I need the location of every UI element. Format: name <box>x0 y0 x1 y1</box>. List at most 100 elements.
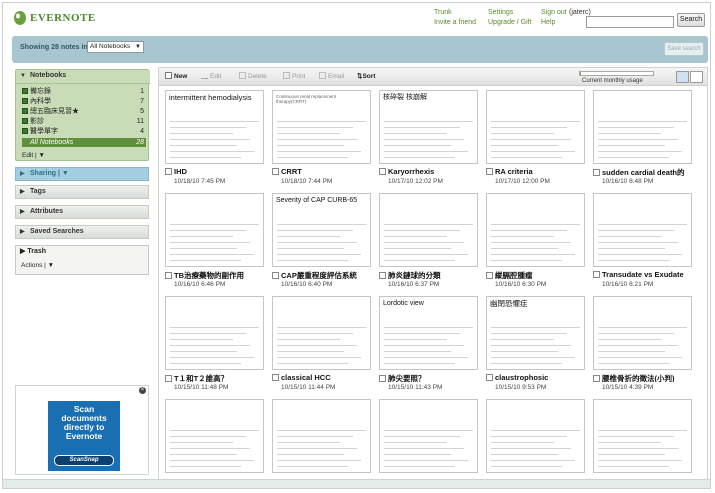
note-title[interactable]: TB治療藥物的副作用 <box>165 270 264 279</box>
note-title[interactable]: CRRT <box>272 167 371 176</box>
note-checkbox[interactable] <box>379 375 386 382</box>
preview-line <box>598 351 665 352</box>
note-title[interactable]: 肺尖要照？ <box>379 373 478 382</box>
sharing-header[interactable]: ▶ Sharing | ▼ <box>15 167 149 181</box>
note-checkbox[interactable] <box>165 375 172 382</box>
settings-link[interactable]: Settings <box>488 9 513 16</box>
note-title[interactable]: sudden cardial death的 <box>593 167 692 176</box>
note-thumbnail[interactable] <box>165 399 264 473</box>
note-checkbox[interactable] <box>593 375 600 382</box>
attributes-header[interactable]: ▶ Attributes <box>15 205 149 219</box>
note-checkbox[interactable] <box>486 168 493 175</box>
search-input[interactable] <box>586 16 674 28</box>
preview-line <box>170 466 241 467</box>
close-icon[interactable]: × <box>139 387 146 394</box>
note-title[interactable]: 腰椎骨折的徵法(小判) <box>593 373 692 382</box>
note-checkbox[interactable] <box>486 272 493 279</box>
list-view-icon[interactable] <box>690 71 703 83</box>
preview-line <box>598 121 687 122</box>
upgrade-gift-link[interactable]: Upgrade / Gift <box>488 19 532 26</box>
invite-friend-link[interactable]: Invite a friend <box>434 19 476 26</box>
edit-button[interactable]: Edit <box>201 72 221 82</box>
preview-line <box>384 327 473 328</box>
preview-line <box>170 236 233 237</box>
note-thumbnail[interactable]: 幽閉恐懼症 <box>486 296 585 370</box>
note-checkbox[interactable] <box>272 374 279 381</box>
notebook-select[interactable]: All Notebooks ▼ <box>87 41 144 53</box>
note-thumbnail[interactable] <box>272 399 371 473</box>
delete-button[interactable]: Delete <box>239 72 267 82</box>
note-thumbnail[interactable] <box>486 399 585 473</box>
notebook-item[interactable]: 內科學 7 <box>22 97 146 106</box>
note-checkbox[interactable] <box>593 169 600 176</box>
note-thumbnail[interactable] <box>165 193 264 267</box>
save-search-button[interactable]: Save search <box>664 42 704 56</box>
note-thumbnail[interactable] <box>593 90 692 164</box>
signout-link[interactable]: Sign out <box>541 9 567 16</box>
preview-line <box>170 448 250 449</box>
notebooks-edit-menu[interactable]: Edit | ▼ <box>22 152 45 159</box>
note-thumbnail[interactable] <box>593 296 692 370</box>
notebooks-header[interactable]: ▼ Notebooks <box>16 70 150 84</box>
preview-line <box>170 363 241 364</box>
all-notebooks-item[interactable]: All Notebooks 28 <box>22 138 146 147</box>
evernote-logo[interactable]: EVERNOTE <box>13 9 103 29</box>
trunk-link[interactable]: Trunk <box>434 9 452 16</box>
note-checkbox[interactable] <box>272 272 279 279</box>
note-title[interactable]: T１和T２誰高？ <box>165 373 264 382</box>
notebook-item[interactable]: 醫學單字 4 <box>22 127 146 136</box>
search-button[interactable]: Search <box>677 13 705 27</box>
note-thumbnail[interactable]: Lordotic view <box>379 296 478 370</box>
preview-line <box>491 224 580 225</box>
tags-header[interactable]: ▶ Tags <box>15 185 149 199</box>
note-title[interactable]: Karyorrhexis <box>379 167 478 176</box>
note-thumbnail[interactable] <box>272 296 371 370</box>
trash-header[interactable]: ▶ Trash <box>20 247 46 255</box>
preview-line <box>384 357 468 358</box>
note-title[interactable]: 肺炎鏈球的分類 <box>379 270 478 279</box>
new-note-button[interactable]: New <box>165 72 187 82</box>
note-checkbox[interactable] <box>272 168 279 175</box>
trash-actions-menu[interactable]: Actions | ▼ <box>21 262 54 269</box>
note-thumbnail[interactable] <box>486 193 585 267</box>
note-title[interactable]: classical HCC <box>272 373 371 382</box>
note-thumbnail[interactable]: intermittent hemodialysis <box>165 90 264 164</box>
note-thumbnail[interactable] <box>593 399 692 473</box>
note-thumbnail[interactable] <box>165 296 264 370</box>
note-thumbnail[interactable] <box>379 399 478 473</box>
note-thumbnail[interactable] <box>379 193 478 267</box>
print-button[interactable]: Print <box>283 72 305 82</box>
note-checkbox[interactable] <box>379 272 386 279</box>
notebook-item[interactable]: 影診 11 <box>22 117 146 126</box>
note-date: 10/16/10 6:48 PM <box>602 178 654 185</box>
preview-line <box>170 151 254 152</box>
note-title[interactable]: CAP嚴重程度評估系統 <box>272 270 371 279</box>
note-checkbox[interactable] <box>165 168 172 175</box>
note-thumbnail[interactable]: Continuous renal replacement therapy(CRR… <box>272 90 371 164</box>
note-date: 10/18/10 7:44 PM <box>281 178 333 185</box>
note-checkbox[interactable] <box>379 168 386 175</box>
note-title[interactable]: 縱膈腔腫瘤 <box>486 270 585 279</box>
filter-bar: Showing 28 notes in All Notebooks ▼ Save… <box>12 36 708 63</box>
grid-view-icon[interactable] <box>676 71 689 83</box>
note-title-text: CAP嚴重程度評估系統 <box>281 271 357 279</box>
sort-button[interactable]: ⇅Sort <box>357 72 375 82</box>
email-button[interactable]: Email <box>319 72 344 82</box>
note-title[interactable]: claustrophosic <box>486 373 585 382</box>
note-thumbnail[interactable]: 核碎裂 核崩解 <box>379 90 478 164</box>
note-checkbox[interactable] <box>486 374 493 381</box>
note-thumbnail[interactable]: Severity of CAP CURB-65 <box>272 193 371 267</box>
note-title[interactable]: IHD <box>165 167 264 176</box>
preview-line <box>384 351 451 352</box>
note-thumbnail[interactable] <box>486 90 585 164</box>
note-checkbox[interactable] <box>165 272 172 279</box>
notebook-item[interactable]: 總五臨床見習★ 5 <box>22 107 146 116</box>
help-link[interactable]: Help <box>541 19 555 26</box>
note-checkbox[interactable] <box>593 271 600 278</box>
scansnap-ad[interactable]: Scan documents directly to Evernote Scan… <box>48 401 120 471</box>
saved-searches-header[interactable]: ▶ Saved Searches <box>15 225 149 239</box>
note-title[interactable]: RA criteria <box>486 167 585 176</box>
notebook-item[interactable]: 備忘錄 1 <box>22 87 146 96</box>
note-title[interactable]: Transudate vs Exudate <box>593 270 692 279</box>
note-thumbnail[interactable] <box>593 193 692 267</box>
